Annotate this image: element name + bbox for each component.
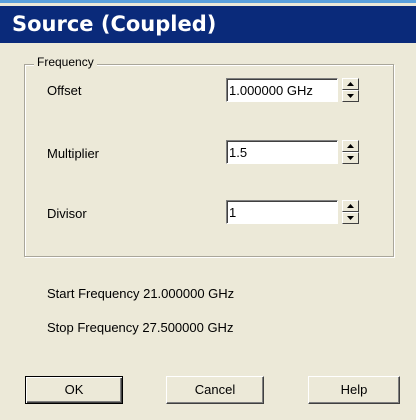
offset-spin-up-button[interactable] (342, 78, 359, 90)
arrow-up-icon (347, 144, 354, 148)
divisor-spin-up-button[interactable] (342, 200, 359, 212)
divisor-field[interactable] (226, 200, 338, 224)
multiplier-spinner[interactable] (342, 140, 359, 164)
dialog-title: Source (Coupled) (0, 6, 416, 43)
stop-frequency-text: Stop Frequency 27.500000 GHz (47, 320, 234, 335)
cancel-button[interactable]: Cancel (166, 376, 264, 404)
multiplier-spin-up-button[interactable] (342, 140, 359, 152)
divisor-input[interactable] (229, 203, 333, 221)
divisor-spinner[interactable] (342, 200, 359, 224)
divisor-label: Divisor (47, 206, 87, 221)
arrow-down-icon (347, 216, 354, 220)
start-frequency-text: Start Frequency 21.000000 GHz (47, 286, 235, 301)
offset-spinner[interactable] (342, 78, 359, 102)
multiplier-input[interactable] (229, 143, 333, 161)
frequency-group-label: Frequency (34, 54, 97, 70)
ok-button[interactable]: OK (25, 376, 123, 404)
offset-label: Offset (47, 83, 82, 98)
offset-field[interactable] (226, 78, 338, 102)
multiplier-label: Multiplier (47, 146, 100, 161)
help-button[interactable]: Help (308, 376, 400, 404)
multiplier-spin-down-button[interactable] (342, 152, 359, 164)
divisor-spin-down-button[interactable] (342, 212, 359, 224)
arrow-up-icon (347, 204, 354, 208)
arrow-down-icon (347, 94, 354, 98)
arrow-down-icon (347, 156, 354, 160)
dialog-window: Source (Coupled) Frequency Offset Multip… (0, 0, 416, 420)
offset-input[interactable] (229, 81, 333, 99)
arrow-up-icon (347, 82, 354, 86)
offset-spin-down-button[interactable] (342, 90, 359, 102)
multiplier-field[interactable] (226, 140, 338, 164)
